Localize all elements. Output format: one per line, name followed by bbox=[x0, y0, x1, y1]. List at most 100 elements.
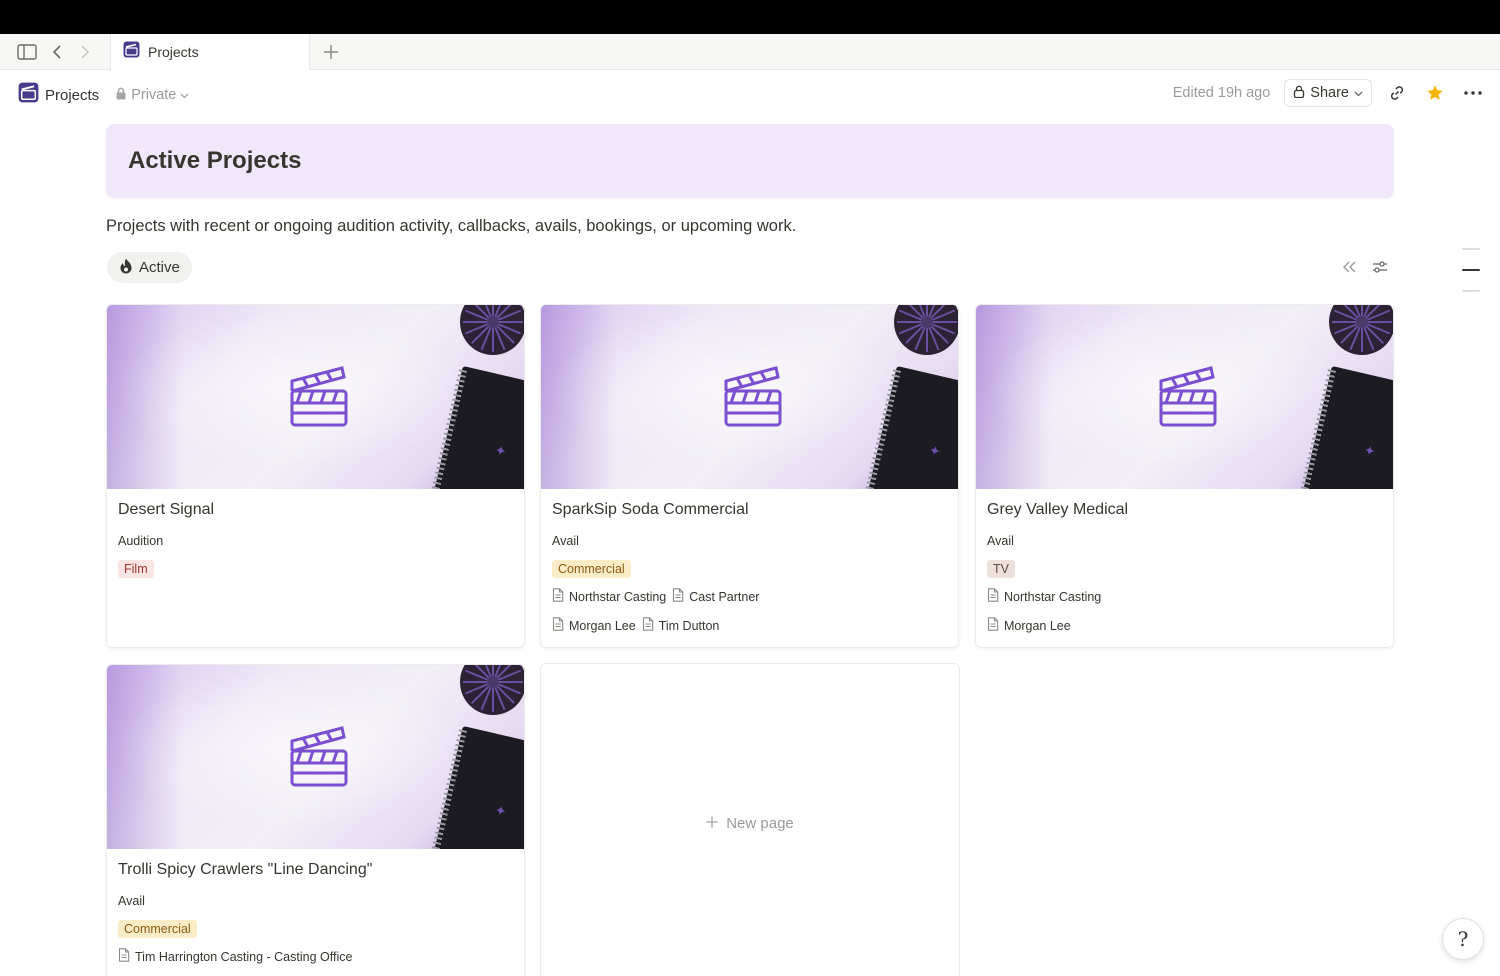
card-body: SparkSip Soda Commercial Avail Commercial N… bbox=[541, 489, 958, 647]
relation-link[interactable]: Tim Dutton bbox=[642, 617, 720, 634]
card-cover-image: ✦ bbox=[541, 305, 958, 489]
card-title: Desert Signal bbox=[118, 501, 215, 518]
chevron-down-icon bbox=[1354, 85, 1363, 101]
clapperboard-icon bbox=[289, 363, 349, 429]
title-callout: Active Projects bbox=[106, 124, 1394, 198]
relation-label: Northstar Casting bbox=[569, 589, 667, 604]
tab-projects[interactable]: Projects bbox=[110, 34, 310, 70]
card-cover-image: ✦ bbox=[976, 305, 1393, 489]
star-icon[interactable] bbox=[1422, 80, 1448, 106]
settings-sliders-icon[interactable] bbox=[1370, 257, 1390, 277]
category-tag: TV bbox=[987, 560, 1015, 578]
privacy-dropdown[interactable]: Private bbox=[115, 87, 189, 104]
view-tab-label: Active bbox=[139, 259, 180, 276]
project-card[interactable]: ✦ Desert Signal Audition Film bbox=[106, 304, 525, 648]
category-tag: Commercial bbox=[118, 920, 197, 938]
new-page-button[interactable]: New page bbox=[540, 663, 960, 976]
relation-link[interactable]: Northstar Casting bbox=[552, 588, 666, 605]
document-icon bbox=[552, 588, 564, 605]
plant-decoration bbox=[1327, 305, 1393, 357]
plant-decoration bbox=[892, 305, 958, 357]
relation-row: Northstar Casting Cast Partner bbox=[552, 588, 947, 605]
card-status: Avail bbox=[552, 534, 579, 548]
plant-decoration bbox=[458, 665, 524, 717]
window-top-bar bbox=[0, 0, 1500, 34]
relation-row: Morgan Lee bbox=[987, 617, 1382, 634]
more-options-icon[interactable] bbox=[1460, 80, 1486, 106]
card-title: Grey Valley Medical bbox=[987, 501, 1129, 518]
lock-icon bbox=[115, 87, 127, 104]
plus-icon[interactable] bbox=[320, 41, 342, 63]
clapperboard-icon bbox=[123, 41, 140, 63]
relation-link[interactable]: Northstar Casting bbox=[987, 588, 1101, 605]
category-tag: Commercial bbox=[552, 560, 631, 578]
share-label: Share bbox=[1310, 85, 1349, 101]
document-icon bbox=[672, 588, 684, 605]
help-button[interactable]: ? bbox=[1442, 918, 1484, 960]
outline-marker bbox=[1462, 290, 1480, 292]
sparkle-icon: ✦ bbox=[927, 441, 943, 460]
view-tab-active[interactable]: Active bbox=[107, 252, 192, 283]
fire-icon bbox=[119, 258, 133, 278]
relation-link[interactable]: Morgan Lee bbox=[552, 617, 636, 634]
double-chevron-left-icon[interactable] bbox=[1340, 257, 1360, 277]
card-title: Trolli Spicy Crawlers "Line Dancing" bbox=[118, 861, 373, 878]
card-status: Avail bbox=[118, 894, 145, 908]
clapperboard-icon bbox=[18, 82, 39, 108]
page-title: Active Projects bbox=[128, 147, 302, 174]
sparkle-icon: ✦ bbox=[493, 801, 509, 820]
card-status: Avail bbox=[987, 534, 1014, 548]
document-icon bbox=[642, 617, 654, 634]
card-body: Grey Valley Medical Avail TV Northstar Cast… bbox=[976, 489, 1393, 647]
relation-link[interactable]: Morgan Lee bbox=[987, 617, 1071, 634]
link-icon[interactable] bbox=[1384, 80, 1410, 106]
back-arrow-icon[interactable] bbox=[46, 42, 68, 62]
relation-label: Cast Partner bbox=[689, 589, 760, 604]
card-cover-image: ✦ bbox=[107, 305, 524, 489]
share-button[interactable]: Share bbox=[1284, 79, 1372, 107]
card-body: Desert Signal Audition Film bbox=[107, 489, 524, 598]
document-icon bbox=[552, 617, 564, 634]
clapperboard-icon bbox=[723, 363, 783, 429]
relation-link[interactable]: Tim Harrington Casting - Casting Office bbox=[118, 948, 352, 965]
sparkle-icon: ✦ bbox=[1362, 441, 1378, 460]
card-body: Trolli Spicy Crawlers "Line Dancing" Avai… bbox=[107, 849, 524, 976]
project-card[interactable]: ✦ SparkSip Soda Commercial Avail Commercial… bbox=[540, 304, 959, 648]
category-tag: Film bbox=[118, 560, 154, 578]
relation-row: Morgan Lee Tim Dutton bbox=[552, 617, 947, 634]
page-header-bar: Projects Private Edited 19h ago Share bbox=[0, 70, 1500, 114]
clapperboard-icon bbox=[1158, 363, 1218, 429]
forward-arrow-icon[interactable] bbox=[74, 42, 96, 62]
card-title: SparkSip Soda Commercial bbox=[552, 501, 749, 518]
tab-label: Projects bbox=[148, 44, 199, 60]
relation-link[interactable]: Cast Partner bbox=[672, 588, 759, 605]
plus-icon bbox=[706, 815, 718, 832]
help-icon: ? bbox=[1457, 927, 1469, 951]
outline-marker bbox=[1462, 248, 1480, 250]
relation-label: Tim Dutton bbox=[658, 618, 720, 633]
relation-label: Tim Harrington Casting - Casting Office bbox=[135, 949, 353, 964]
new-page-label: New page bbox=[726, 814, 794, 832]
page-description: Projects with recent or ongoing audition… bbox=[106, 217, 797, 235]
plant-decoration bbox=[458, 305, 524, 357]
document-icon bbox=[987, 617, 999, 634]
view-toolbar bbox=[1340, 257, 1390, 277]
relation-row: Tim Harrington Casting - Casting Office bbox=[118, 948, 513, 965]
document-icon bbox=[118, 948, 130, 965]
project-card[interactable]: ✦ Trolli Spicy Crawlers "Line Dancing" Ava… bbox=[106, 664, 525, 976]
clapperboard-icon bbox=[289, 723, 349, 789]
project-card[interactable]: ✦ Grey Valley Medical Avail TV Northstar Cas… bbox=[975, 304, 1394, 648]
tab-bar: Projects bbox=[0, 34, 1500, 70]
relation-row: Northstar Casting bbox=[987, 588, 1382, 605]
breadcrumb-page-title[interactable]: Projects bbox=[45, 87, 99, 104]
page-outline-indicator[interactable] bbox=[1462, 248, 1480, 311]
document-icon bbox=[987, 588, 999, 605]
outline-marker-active bbox=[1462, 269, 1480, 271]
card-status: Audition bbox=[118, 534, 164, 548]
lock-icon bbox=[1293, 85, 1305, 102]
chevron-down-icon bbox=[180, 87, 189, 103]
edited-timestamp: Edited 19h ago bbox=[1172, 85, 1271, 101]
sparkle-icon: ✦ bbox=[493, 441, 509, 460]
sidebar-toggle-icon[interactable] bbox=[16, 42, 38, 62]
relation-label: Morgan Lee bbox=[569, 618, 636, 633]
